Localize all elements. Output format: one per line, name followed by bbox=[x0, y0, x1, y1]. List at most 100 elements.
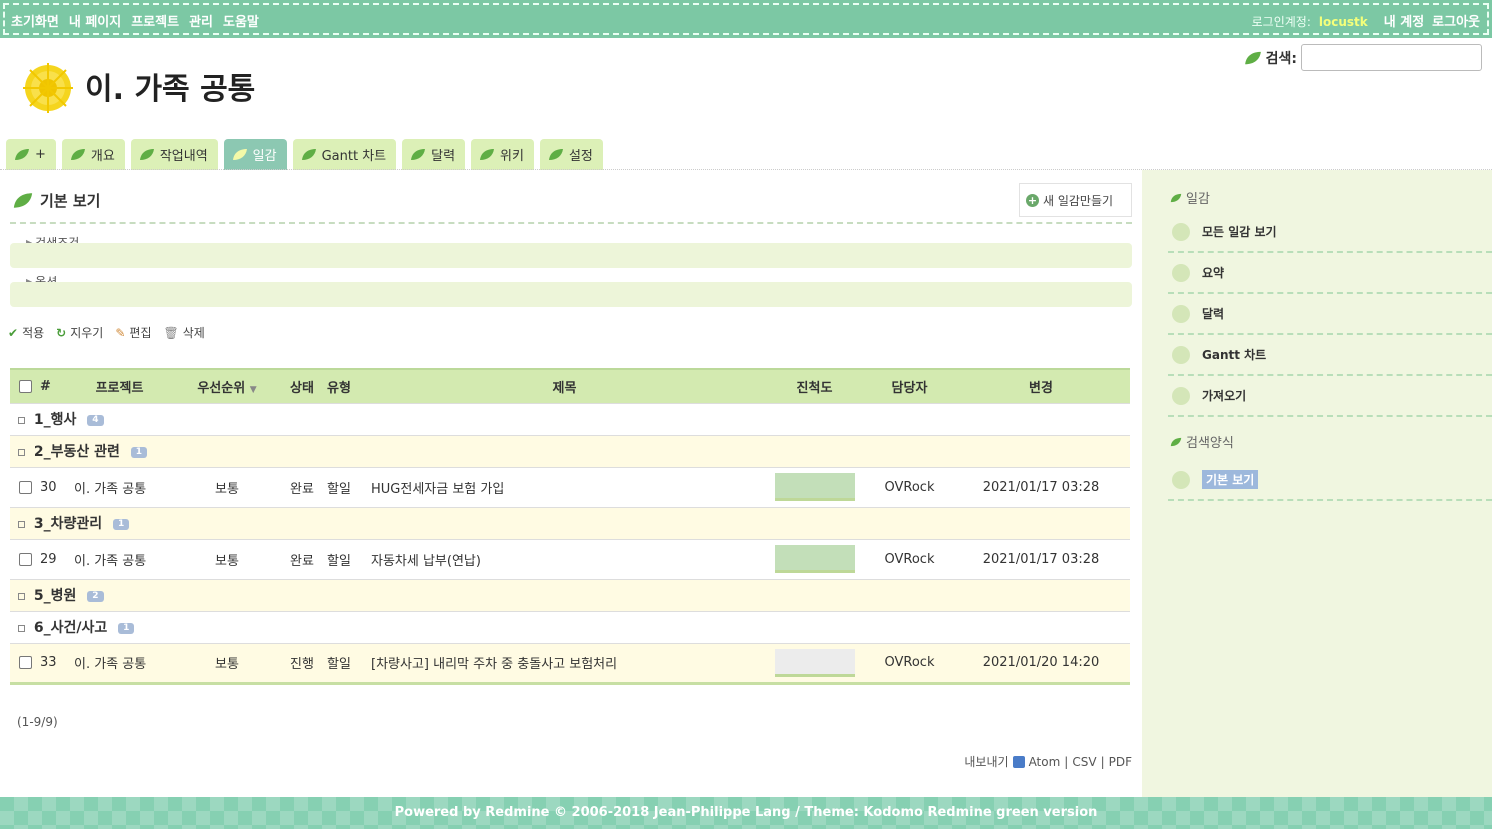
leaf-icon bbox=[301, 149, 316, 160]
tab-new[interactable]: + bbox=[6, 139, 56, 170]
menu-admin-link[interactable]: 관리 bbox=[189, 11, 213, 30]
tab-label: Gantt 차트 bbox=[321, 149, 387, 164]
group-count-badge: 1 bbox=[118, 622, 135, 634]
sidebar-item-default-query[interactable]: 기본 보기 bbox=[1168, 460, 1492, 501]
col-project[interactable]: 프로젝트 bbox=[62, 368, 177, 403]
row-checkbox[interactable] bbox=[18, 656, 32, 669]
logout-link[interactable]: 로그아웃 bbox=[1432, 11, 1480, 30]
search-input[interactable] bbox=[1301, 44, 1482, 71]
issue-subject[interactable]: 자동차세 납부(연납) bbox=[367, 538, 762, 579]
select-all-checkbox[interactable] bbox=[18, 379, 32, 393]
my-account-link[interactable]: 내 계정 bbox=[1384, 11, 1424, 30]
group-name: 5_병원 bbox=[33, 588, 77, 604]
apply-button[interactable]: ✔ 적용 bbox=[8, 324, 44, 341]
trash-icon: 🗑 bbox=[163, 325, 179, 340]
issue-priority: 보통 bbox=[177, 466, 277, 507]
menu-projects-link[interactable]: 프로젝트 bbox=[131, 11, 179, 30]
export-csv-link[interactable]: CSV bbox=[1072, 755, 1096, 769]
leaf-icon bbox=[548, 149, 563, 160]
tab-label: + bbox=[35, 147, 46, 162]
table-row[interactable]: 30 이. 가족 공통 보통 완료 할일 HUG전세자금 보험 가입 OVRoc… bbox=[10, 466, 1130, 507]
issue-id[interactable]: 29 bbox=[40, 538, 62, 579]
sidebar-item-calendar[interactable]: 달력 bbox=[1168, 294, 1492, 335]
collapse-icon[interactable] bbox=[18, 520, 25, 528]
col-progress[interactable]: 진척도 bbox=[762, 368, 867, 403]
tab-gantt[interactable]: Gantt 차트 bbox=[292, 139, 397, 170]
col-updated[interactable]: 변경 bbox=[952, 368, 1130, 403]
sidebar-item-all-issues[interactable]: 모든 일감 보기 bbox=[1168, 212, 1492, 253]
query-actions: ✔ 적용 ↻ 지우기 ✎ 편집 🗑 삭제 bbox=[8, 324, 205, 341]
issue-project[interactable]: 이. 가족 공통 bbox=[62, 538, 177, 579]
issue-project[interactable]: 이. 가족 공통 bbox=[62, 642, 177, 683]
issue-id[interactable]: 33 bbox=[40, 642, 62, 683]
sidebar-heading-queries: 검색양식 bbox=[1170, 432, 1234, 451]
col-id[interactable]: # bbox=[40, 368, 62, 403]
sidebar-item-import[interactable]: 가져오기 bbox=[1168, 376, 1492, 417]
sidebar-item-gantt[interactable]: Gantt 차트 bbox=[1168, 335, 1492, 376]
leaf-icon bbox=[139, 149, 154, 160]
export-label: 내보내기 bbox=[964, 755, 1009, 769]
page-title: 기본 보기 bbox=[40, 192, 101, 210]
col-tracker[interactable]: 유형 bbox=[327, 368, 367, 403]
tab-calendar[interactable]: 달력 bbox=[402, 139, 466, 170]
new-issue-button[interactable]: + 새 일감만들기 bbox=[1019, 183, 1132, 217]
issue-subject[interactable]: [차량사고] 내리막 주차 중 충돌사고 보험처리 bbox=[367, 642, 762, 683]
col-subject[interactable]: 제목 bbox=[367, 368, 762, 403]
menu-my-page-link[interactable]: 내 페이지 bbox=[69, 11, 121, 30]
tab-activity[interactable]: 작업내역 bbox=[130, 139, 218, 170]
issue-assignee[interactable]: OVRock bbox=[867, 538, 952, 579]
issue-status: 완료 bbox=[277, 538, 327, 579]
row-checkbox[interactable] bbox=[18, 480, 32, 494]
dandelion-logo-icon bbox=[22, 62, 74, 114]
issue-updated: 2021/01/20 14:20 bbox=[952, 642, 1130, 683]
separator: | bbox=[1064, 754, 1069, 769]
sidebar-item-label: 달력 bbox=[1202, 307, 1225, 321]
col-priority[interactable]: 우선순위 ▼ bbox=[177, 368, 277, 403]
progress-bar bbox=[774, 648, 855, 677]
group-count-badge: 1 bbox=[113, 518, 130, 530]
sidebar-item-label: Gantt 차트 bbox=[1202, 348, 1267, 362]
separator: | bbox=[1100, 754, 1105, 769]
collapse-icon[interactable] bbox=[18, 416, 25, 424]
collapse-icon[interactable] bbox=[18, 624, 25, 632]
table-row[interactable]: 29 이. 가족 공통 보통 완료 할일 자동차세 납부(연납) OVRock … bbox=[10, 538, 1130, 579]
sidebar-item-summary[interactable]: 요약 bbox=[1168, 253, 1492, 294]
col-status[interactable]: 상태 bbox=[277, 368, 327, 403]
logged-in-user-link[interactable]: locustk bbox=[1319, 15, 1368, 29]
group-count-badge: 1 bbox=[130, 446, 148, 458]
tab-wiki[interactable]: 위키 bbox=[471, 139, 534, 170]
collapse-icon[interactable] bbox=[18, 448, 25, 456]
group-count-badge: 4 bbox=[87, 414, 104, 426]
group-name: 1_행사 bbox=[33, 412, 77, 428]
bullet-icon bbox=[1172, 222, 1190, 241]
table-header-row: # 프로젝트 우선순위 ▼ 상태 유형 제목 진척도 담당자 변경 bbox=[10, 368, 1130, 403]
menu-home-link[interactable]: 초기화면 bbox=[11, 11, 59, 30]
collapse-icon[interactable] bbox=[18, 592, 25, 600]
table-row[interactable]: 33 이. 가족 공통 보통 진행 할일 [차량사고] 내리막 주차 중 충돌사… bbox=[10, 642, 1130, 683]
col-priority-label: 우선순위 bbox=[197, 380, 246, 396]
row-checkbox[interactable] bbox=[18, 552, 32, 566]
issue-project[interactable]: 이. 가족 공통 bbox=[62, 466, 177, 507]
issue-assignee[interactable]: OVRock bbox=[867, 466, 952, 507]
tab-overview[interactable]: 개요 bbox=[61, 139, 125, 170]
tab-issues[interactable]: 일감 bbox=[223, 139, 287, 170]
bullet-icon bbox=[1172, 345, 1190, 364]
delete-query-button[interactable]: 🗑 삭제 bbox=[164, 324, 205, 341]
sidebar-item-label: 요약 bbox=[1202, 266, 1225, 280]
issues-table: # 프로젝트 우선순위 ▼ 상태 유형 제목 진척도 담당자 변경 1_행사 4 bbox=[10, 368, 1130, 685]
issue-priority: 보통 bbox=[177, 538, 277, 579]
export-pdf-link[interactable]: PDF bbox=[1109, 755, 1132, 769]
issue-tracker: 할일 bbox=[327, 538, 367, 579]
col-assignee[interactable]: 담당자 bbox=[867, 368, 952, 403]
quick-search: 검색: bbox=[1244, 44, 1482, 71]
sidebar-heading-label: 일감 bbox=[1186, 192, 1210, 207]
menu-help-link[interactable]: 도움말 bbox=[223, 11, 259, 30]
clear-button[interactable]: ↻ 지우기 bbox=[56, 324, 103, 341]
export-atom-link[interactable]: Atom bbox=[1029, 755, 1061, 769]
tab-settings[interactable]: 설정 bbox=[539, 139, 603, 170]
edit-query-button[interactable]: ✎ 편집 bbox=[115, 324, 151, 341]
issue-id[interactable]: 30 bbox=[40, 466, 62, 507]
new-issue-label: 새 일감만들기 bbox=[1043, 193, 1114, 208]
issue-assignee[interactable]: OVRock bbox=[867, 642, 952, 683]
issue-subject[interactable]: HUG전세자금 보험 가입 bbox=[367, 466, 762, 507]
